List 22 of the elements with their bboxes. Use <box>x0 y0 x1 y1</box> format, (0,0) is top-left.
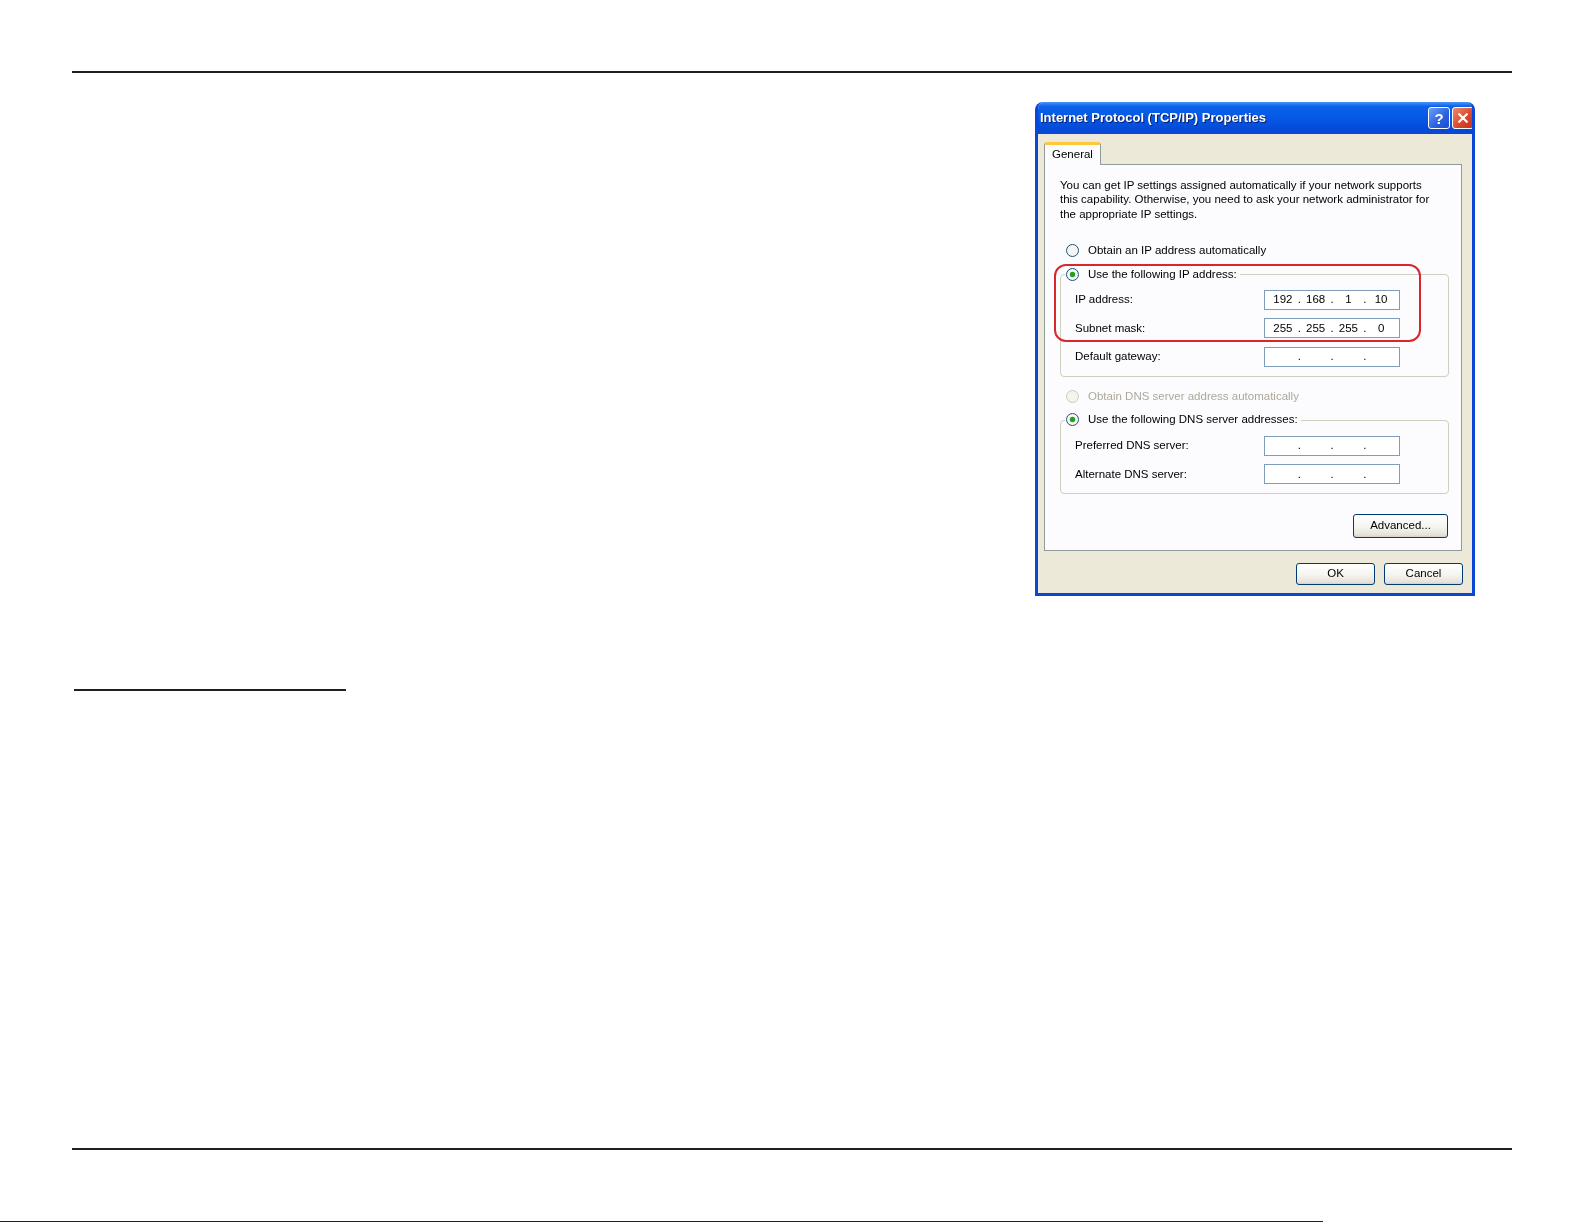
description-text: You can get IP settings assigned automatically if your network supports this capability. Otherwise, you need to ask your network administrator for the appropriate IP settings. <box>1060 178 1431 221</box>
field-label: IP address: <box>1075 292 1134 308</box>
help-button[interactable]: ? <box>1428 107 1450 129</box>
radio-option[interactable]: Obtain an IP address automatically <box>1066 241 1267 260</box>
close-icon <box>1458 113 1468 123</box>
radio-option[interactable]: Use the following IP address: <box>1065 265 1240 284</box>
field-label: Subnet mask: <box>1075 320 1147 336</box>
ip-address-field[interactable]: 192 . 168 . 1 . 10 <box>1264 289 1400 310</box>
radio-option[interactable]: Use the following DNS server addresses: <box>1065 410 1301 429</box>
close-button[interactable] <box>1452 107 1472 129</box>
field-label: Default gateway: <box>1075 349 1162 365</box>
advanced-button[interactable]: Advanced... <box>1353 513 1448 538</box>
field-label: Alternate DNS server: <box>1075 466 1188 482</box>
window-title: Internet Protocol (TCP/IP) Properties <box>1040 109 1268 128</box>
field-label: Preferred DNS server: <box>1075 438 1190 454</box>
tab[interactable]: General <box>1044 142 1101 165</box>
ok-button[interactable]: OK <box>1296 562 1375 585</box>
ip-address-field[interactable]: . . . <box>1264 435 1400 456</box>
ip-address-field[interactable]: 255 . 255 . 255 . 0 <box>1264 318 1400 339</box>
ip-address-field[interactable]: . . . <box>1264 464 1400 485</box>
ip-address-field[interactable]: . . . <box>1264 346 1400 367</box>
cancel-button[interactable]: Cancel <box>1384 562 1463 585</box>
